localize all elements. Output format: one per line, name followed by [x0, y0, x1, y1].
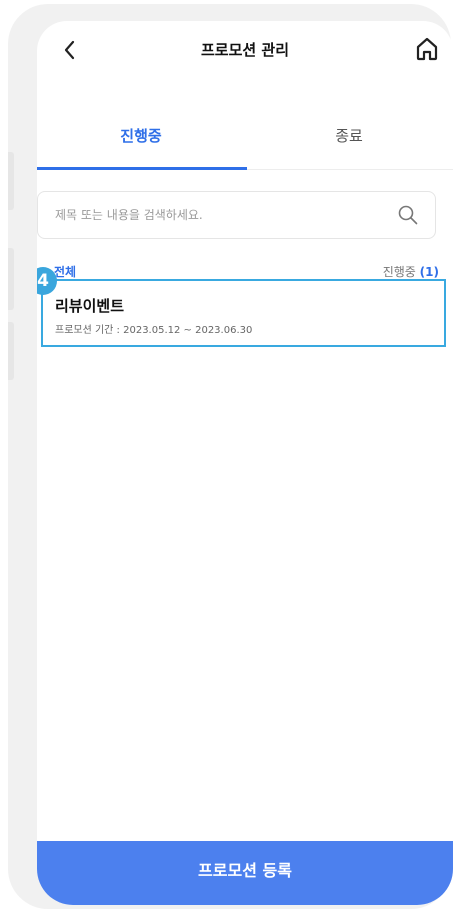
promotion-card[interactable]: 4 리뷰이벤트 프로모션 기간 : 2023.05.12 ~ 2023.06.3…	[37, 267, 446, 347]
search-input[interactable]: 제목 또는 내용을 검색하세요.	[37, 191, 436, 239]
top-app-bar: 프로모션 관리	[37, 21, 453, 79]
tab-ended[interactable]: 종료	[245, 125, 453, 146]
side-button	[8, 322, 14, 380]
promotion-title: 리뷰이벤트	[55, 297, 125, 315]
search-placeholder: 제목 또는 내용을 검색하세요.	[55, 208, 203, 222]
promotion-period: 프로모션 기간 : 2023.05.12 ~ 2023.06.30	[55, 325, 253, 336]
filter-all-label[interactable]: 전체	[54, 263, 76, 280]
search-icon[interactable]	[397, 204, 419, 226]
side-button	[8, 152, 14, 210]
phone-frame: 프로모션 관리 진행중 종료 제목 또는 내용을 검색하세요. 전체 진행중 (…	[8, 4, 453, 909]
filter-status: 진행중 (1)	[383, 263, 439, 280]
tab-in-progress[interactable]: 진행중	[37, 125, 245, 146]
register-promotion-button[interactable]: 프로모션 등록	[37, 841, 453, 905]
filter-status-label: 진행중	[382, 265, 416, 279]
home-icon[interactable]	[413, 35, 441, 63]
page-title: 프로모션 관리	[200, 41, 290, 59]
active-tab-indicator	[37, 167, 247, 170]
filter-count: (1)	[419, 265, 439, 279]
status-tabs: 진행중 종료	[37, 103, 453, 170]
side-button	[8, 248, 14, 310]
app-screen: 프로모션 관리 진행중 종료 제목 또는 내용을 검색하세요. 전체 진행중 (…	[37, 21, 453, 905]
